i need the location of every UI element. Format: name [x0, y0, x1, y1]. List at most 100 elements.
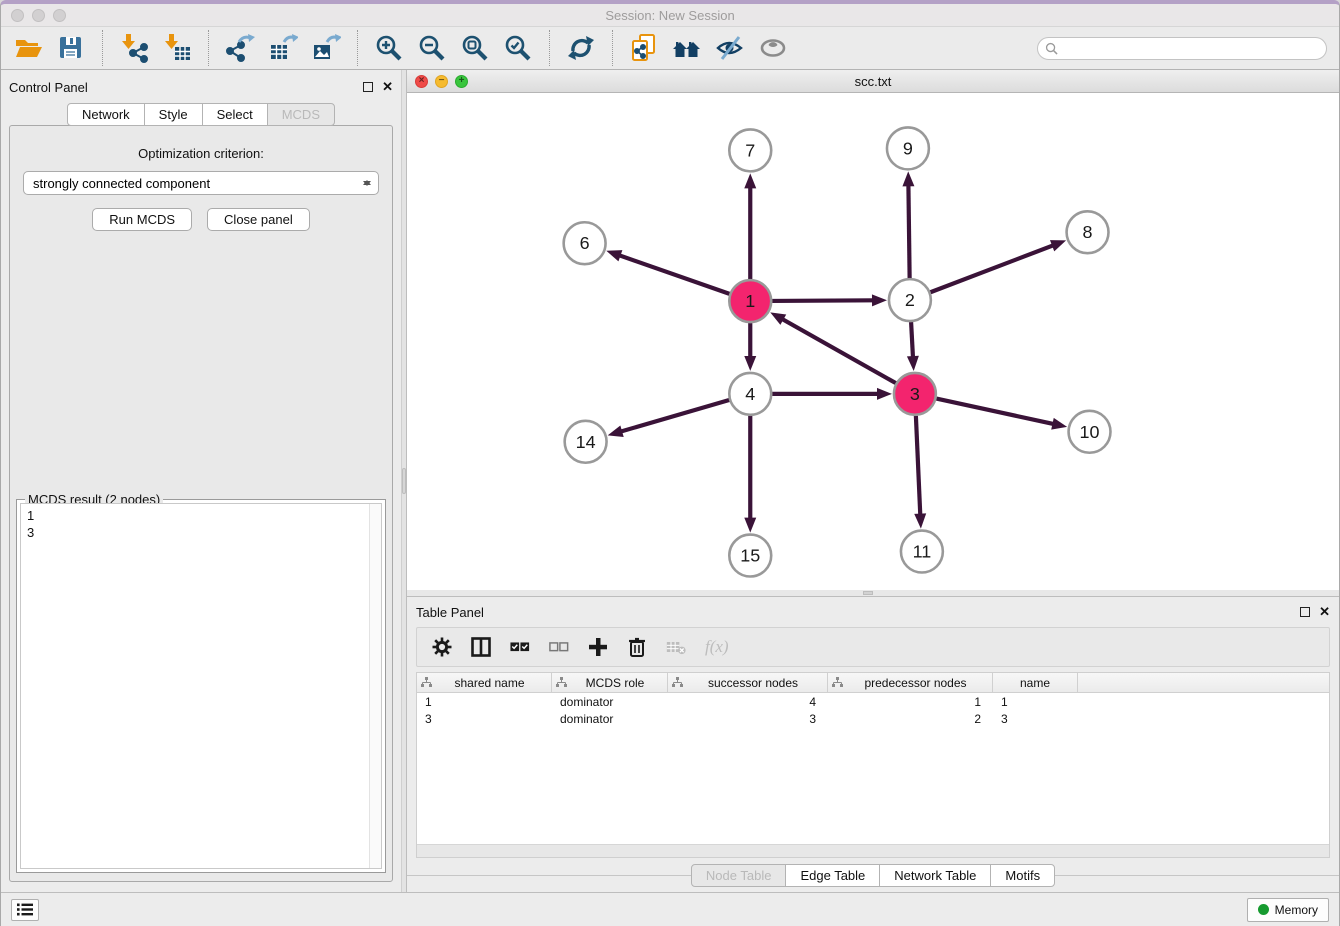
- graph-node-label: 10: [1080, 422, 1100, 442]
- network-canvas[interactable]: 7968124314101511: [407, 93, 1339, 590]
- table-panel-title: Table Panel: [416, 605, 484, 620]
- memory-status-icon: [1258, 904, 1269, 915]
- zoom-in-icon[interactable]: [374, 33, 404, 63]
- open-session-icon[interactable]: [13, 33, 43, 63]
- table-cell[interactable]: 4: [668, 695, 828, 709]
- delete-columns-icon[interactable]: [627, 637, 647, 657]
- network-close-button[interactable]: ×: [415, 75, 428, 88]
- graph-node-label: 9: [903, 138, 913, 158]
- graph-edge-3-10[interactable]: [936, 399, 1054, 425]
- import-table-icon[interactable]: [162, 33, 192, 63]
- divider-handle[interactable]: [402, 468, 406, 494]
- network-minimize-button[interactable]: −: [435, 75, 448, 88]
- table-cell[interactable]: 3: [417, 712, 552, 726]
- table-cell[interactable]: 3: [668, 712, 828, 726]
- graph-edge-1-2[interactable]: [772, 300, 874, 301]
- mcds-result-box: MCDS result (2 nodes) 13: [16, 499, 386, 873]
- column-type-icon: [421, 677, 432, 688]
- add-column-icon[interactable]: [588, 637, 608, 657]
- control-panel-float-icon[interactable]: [363, 82, 373, 92]
- graph-edge-arrowhead: [744, 518, 756, 533]
- status-bar: Memory: [1, 892, 1339, 926]
- graph-edge-2-8[interactable]: [930, 245, 1054, 292]
- table-hscrollbar[interactable]: [417, 844, 1329, 857]
- graph-edge-1-6[interactable]: [619, 255, 730, 294]
- task-history-button[interactable]: [11, 899, 39, 921]
- table-panel-close-icon[interactable]: ✕: [1319, 607, 1330, 617]
- result-scrollbar[interactable]: [369, 504, 381, 868]
- table-cell[interactable]: 1: [417, 695, 552, 709]
- tab-style[interactable]: Style: [144, 103, 203, 126]
- table-cell[interactable]: dominator: [552, 712, 668, 726]
- save-session-icon[interactable]: [56, 33, 86, 63]
- list-icon: [17, 903, 33, 916]
- search-box[interactable]: [1037, 37, 1327, 60]
- graph-node-label: 6: [580, 233, 590, 253]
- first-neighbors-icon[interactable]: [672, 33, 702, 63]
- network-view-title: scc.txt: [407, 74, 1339, 89]
- zoom-selected-icon[interactable]: [503, 33, 533, 63]
- graph-edge-arrowhead: [877, 388, 892, 400]
- toolbar-separator: [612, 30, 613, 66]
- search-input[interactable]: [1062, 39, 1326, 57]
- close-panel-button[interactable]: Close panel: [207, 208, 310, 231]
- control-panel-close-icon[interactable]: ✕: [382, 82, 393, 92]
- column-header-successor-nodes[interactable]: successor nodes: [668, 673, 828, 692]
- tab-network-table[interactable]: Network Table: [879, 864, 991, 887]
- tab-edge-table[interactable]: Edge Table: [785, 864, 880, 887]
- graph-edge-arrowhead: [907, 356, 919, 371]
- tab-node-table[interactable]: Node Table: [691, 864, 787, 887]
- column-header-shared-name[interactable]: shared name: [417, 673, 552, 692]
- column-header-predecessor-nodes[interactable]: predecessor nodes: [828, 673, 993, 692]
- network-maximize-button[interactable]: +: [455, 75, 468, 88]
- graph-edge-2-3[interactable]: [911, 322, 913, 358]
- tab-select[interactable]: Select: [202, 103, 268, 126]
- table-cell[interactable]: 3: [993, 712, 1078, 726]
- graph-edge-4-14[interactable]: [620, 400, 729, 432]
- tab-motifs[interactable]: Motifs: [990, 864, 1055, 887]
- table-panel-float-icon[interactable]: [1300, 607, 1310, 617]
- table-row[interactable]: 3dominator323: [417, 710, 1329, 727]
- toolbar-separator: [357, 30, 358, 66]
- table-cell[interactable]: dominator: [552, 695, 668, 709]
- network-graph[interactable]: 7968124314101511: [407, 93, 1339, 590]
- divider-handle[interactable]: [863, 591, 873, 595]
- apply-layout-icon[interactable]: [566, 33, 596, 63]
- table-toolbar: f(x): [416, 627, 1330, 667]
- zoom-fit-icon[interactable]: [460, 33, 490, 63]
- graph-node-label: 11: [913, 542, 932, 562]
- export-image-icon[interactable]: [311, 33, 341, 63]
- column-header-name[interactable]: name: [993, 673, 1078, 692]
- table-row[interactable]: 1dominator411: [417, 693, 1329, 710]
- graph-edge-arrowhead: [902, 171, 914, 186]
- graph-edge-2-9[interactable]: [908, 184, 909, 278]
- tab-mcds[interactable]: MCDS: [267, 103, 335, 126]
- table-cell[interactable]: 1: [828, 695, 993, 709]
- table-cell[interactable]: 2: [828, 712, 993, 726]
- graph-edge-3-11[interactable]: [916, 416, 920, 516]
- select-all-icon[interactable]: [510, 637, 530, 657]
- mcds-result-item: 1: [27, 507, 363, 524]
- zoom-out-icon[interactable]: [417, 33, 447, 63]
- deselect-all-icon[interactable]: [549, 637, 569, 657]
- graph-node-label: 7: [745, 140, 755, 160]
- export-table-icon[interactable]: [268, 33, 298, 63]
- export-network-icon[interactable]: [225, 33, 255, 63]
- graph-edge-arrowhead: [608, 425, 624, 436]
- run-mcds-button[interactable]: Run MCDS: [92, 208, 192, 231]
- control-panel-title: Control Panel: [9, 80, 88, 95]
- preview-eye-icon[interactable]: [758, 33, 788, 63]
- import-network-icon[interactable]: [119, 33, 149, 63]
- show-hide-graphics-icon[interactable]: [715, 33, 745, 63]
- table-cell[interactable]: 1: [993, 695, 1078, 709]
- show-columns-icon[interactable]: [471, 637, 491, 657]
- graph-edge-3-1[interactable]: [782, 319, 896, 383]
- memory-button[interactable]: Memory: [1247, 898, 1329, 922]
- graph-node-label: 8: [1083, 222, 1093, 242]
- column-header-mcds-role[interactable]: MCDS role: [552, 673, 668, 692]
- panel-divider-horizontal[interactable]: [407, 590, 1339, 596]
- table-mode-gear-icon[interactable]: [432, 637, 452, 657]
- clone-network-icon[interactable]: [629, 33, 659, 63]
- optimization-criterion-select[interactable]: strongly connected component: [23, 171, 379, 195]
- tab-network[interactable]: Network: [67, 103, 145, 126]
